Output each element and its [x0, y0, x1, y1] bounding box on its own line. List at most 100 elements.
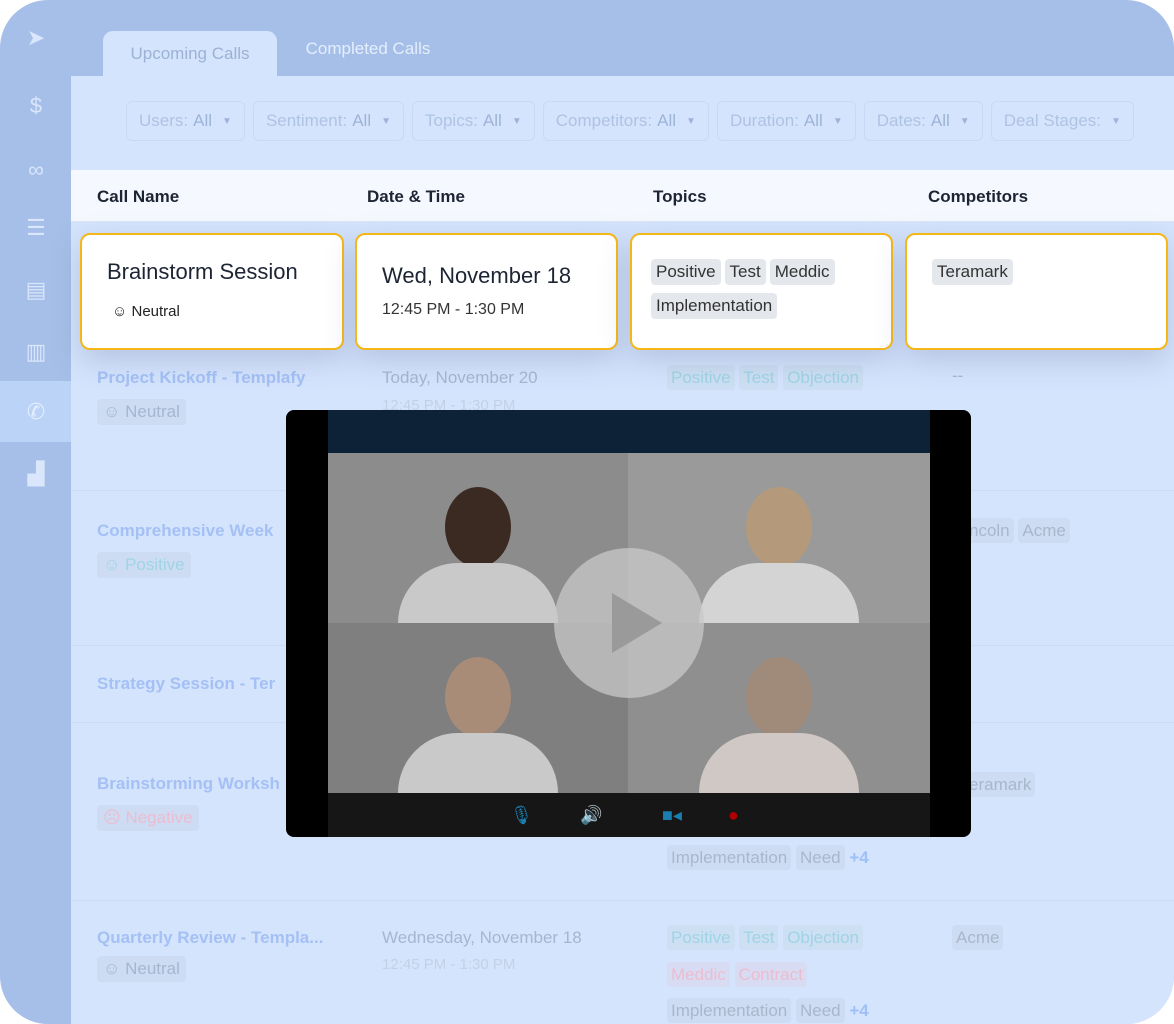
filter-value: All	[482, 111, 502, 130]
filter-duration[interactable]: Duration: All ▼	[716, 101, 856, 141]
competitor-tag: ncoln	[965, 518, 1014, 543]
filter-value: All	[193, 111, 213, 130]
caret-down-icon: ▼	[381, 115, 392, 127]
chart-card-icon[interactable]: ▤	[18, 272, 54, 308]
filter-label: Sentiment:	[265, 111, 348, 130]
sentiment-badge: ☺ Neutral	[97, 399, 186, 425]
sentiment-label: Neutral	[125, 959, 180, 978]
row-divider	[71, 900, 1174, 901]
competitor-tag: Acme	[952, 925, 1004, 950]
binoculars-icon[interactable]: ∞	[18, 152, 54, 188]
table-header: Call Name Date & Time Topics Competitors	[71, 170, 1174, 222]
caret-down-icon: ▼	[686, 115, 696, 127]
row-competitors: ncoln Acme	[965, 518, 1070, 543]
highlight-call-name-card[interactable]: Brainstorm Session ☺ Neutral	[80, 233, 344, 350]
filter-users[interactable]: Users: All ▼	[126, 101, 245, 141]
competitor-tag: Acme	[1018, 518, 1070, 543]
topic-tag: Objection	[783, 365, 864, 390]
filter-label: Duration:	[729, 111, 799, 130]
sentiment-badge: ☺ Positive	[97, 552, 191, 578]
dollar-icon[interactable]: $	[18, 88, 54, 124]
sentiment-badge: ☺ Neutral	[97, 956, 186, 982]
send-icon[interactable]: ➤	[18, 20, 54, 56]
hang-up-icon[interactable]: ●	[728, 805, 739, 826]
call-date: Wed, November 18	[382, 263, 572, 288]
video-controls-bar: 🎙 🔊 ■◂ ●	[328, 793, 930, 837]
filter-value: All	[930, 111, 950, 130]
row-topics: Implementation Need +4	[667, 845, 869, 870]
bar-chart-icon[interactable]: ▟	[18, 456, 54, 492]
tab-upcoming-calls[interactable]: Upcoming Calls	[103, 31, 277, 76]
filter-label: Topics:	[425, 111, 478, 130]
speaker-icon[interactable]: 🔊	[580, 805, 602, 826]
funnel-icon[interactable]: ☰	[18, 210, 54, 246]
sidebar: ➤ $ ∞ ☰ ▤ ▥ ✆ ▟	[0, 0, 71, 1024]
filter-topics[interactable]: Topics: All ▼	[412, 101, 535, 141]
topic-tag: Positive	[667, 925, 735, 950]
play-button[interactable]	[554, 548, 704, 698]
video-player[interactable]: 🎙 🔊 ■◂ ●	[286, 410, 971, 837]
more-topics-link[interactable]: +4	[849, 848, 868, 867]
highlight-competitors-card: Teramark	[905, 233, 1168, 350]
phone-call-icon[interactable]: ✆	[18, 394, 54, 430]
filter-label: Dates:	[876, 111, 926, 130]
row-time: 12:45 PM - 1:30 PM	[382, 956, 516, 973]
row-competitors: eramark	[965, 772, 1036, 797]
filter-label: Deal Stages:	[1003, 111, 1102, 130]
row-competitors: --	[952, 366, 964, 385]
microphone-icon[interactable]: 🎙	[510, 805, 533, 826]
sentiment-badge: ☹ Negative	[97, 805, 199, 831]
more-topics-link[interactable]: +4	[849, 1001, 868, 1020]
caret-down-icon: ▼	[959, 115, 970, 127]
row-call-name[interactable]: Quarterly Review - Templa...	[97, 928, 323, 948]
filter-deal-stages[interactable]: Deal Stages: ▼	[990, 101, 1134, 141]
filter-label: Users:	[139, 111, 189, 130]
sentiment-label: Neutral	[125, 402, 180, 421]
building-icon[interactable]: ▥	[18, 334, 54, 370]
row-topics: Implementation Need +4	[667, 998, 869, 1023]
filter-bar: Users: All ▼ Sentiment: All ▼ Topics: All ▼ Co…	[126, 101, 1134, 141]
caret-down-icon: ▼	[511, 115, 522, 127]
topic-tag: Meddic	[769, 259, 835, 285]
row-date: Wednesday, November 18	[382, 928, 582, 947]
topic-tag: Implementation	[651, 293, 778, 319]
filter-value: All	[352, 111, 372, 130]
row-call-name[interactable]: Comprehensive Week	[97, 521, 273, 541]
filter-value: All	[657, 111, 677, 130]
row-topics: Positive Test Objection	[667, 365, 864, 390]
highlight-date-card: Wed, November 18 12:45 PM - 1:30 PM	[355, 233, 618, 350]
sentiment-label: Positive	[125, 555, 185, 574]
sentiment-label: Neutral	[131, 303, 180, 320]
row-competitors: Acme	[952, 925, 1004, 950]
row-topics: Positive Test Objection	[667, 925, 864, 950]
column-date-time[interactable]: Date & Time	[367, 187, 465, 207]
sentiment-badge: ☺ Neutral	[112, 303, 342, 320]
filter-competitors[interactable]: Competitors: All ▼	[542, 101, 709, 141]
row-call-name[interactable]: Project Kickoff - Templafy	[97, 368, 305, 388]
column-call-name[interactable]: Call Name	[97, 187, 179, 207]
filter-dates[interactable]: Dates: All ▼	[863, 101, 983, 141]
column-competitors[interactable]: Competitors	[928, 187, 1028, 207]
sentiment-label: Negative	[125, 808, 193, 827]
column-topics[interactable]: Topics	[653, 187, 707, 207]
row-topics: Meddic Contract	[667, 962, 807, 987]
call-time: 12:45 PM - 1:30 PM	[382, 301, 525, 318]
row-call-name[interactable]: Brainstorming Worksh	[97, 774, 280, 794]
topic-tag: Need	[795, 998, 845, 1023]
topic-tag: Contract	[734, 962, 807, 987]
topic-tag: Test	[739, 925, 779, 950]
caret-down-icon: ▼	[832, 115, 843, 127]
row-call-name[interactable]: Strategy Session - Ter	[97, 674, 275, 694]
topic-tag: Implementation	[667, 845, 792, 870]
topic-tag: Test	[724, 259, 766, 285]
filter-sentiment[interactable]: Sentiment: All ▼	[252, 101, 405, 141]
call-name: Brainstorm Session	[107, 259, 298, 284]
topic-tag: Objection	[783, 925, 864, 950]
camera-icon[interactable]: ■◂	[662, 805, 682, 826]
video-title-bar	[328, 410, 930, 453]
topic-tag: Positive	[667, 365, 735, 390]
filter-label: Competitors:	[555, 111, 653, 130]
topic-tag: Need	[795, 845, 845, 870]
tab-completed-calls[interactable]: Completed Calls	[280, 26, 456, 71]
competitor-tag: eramark	[965, 772, 1036, 797]
